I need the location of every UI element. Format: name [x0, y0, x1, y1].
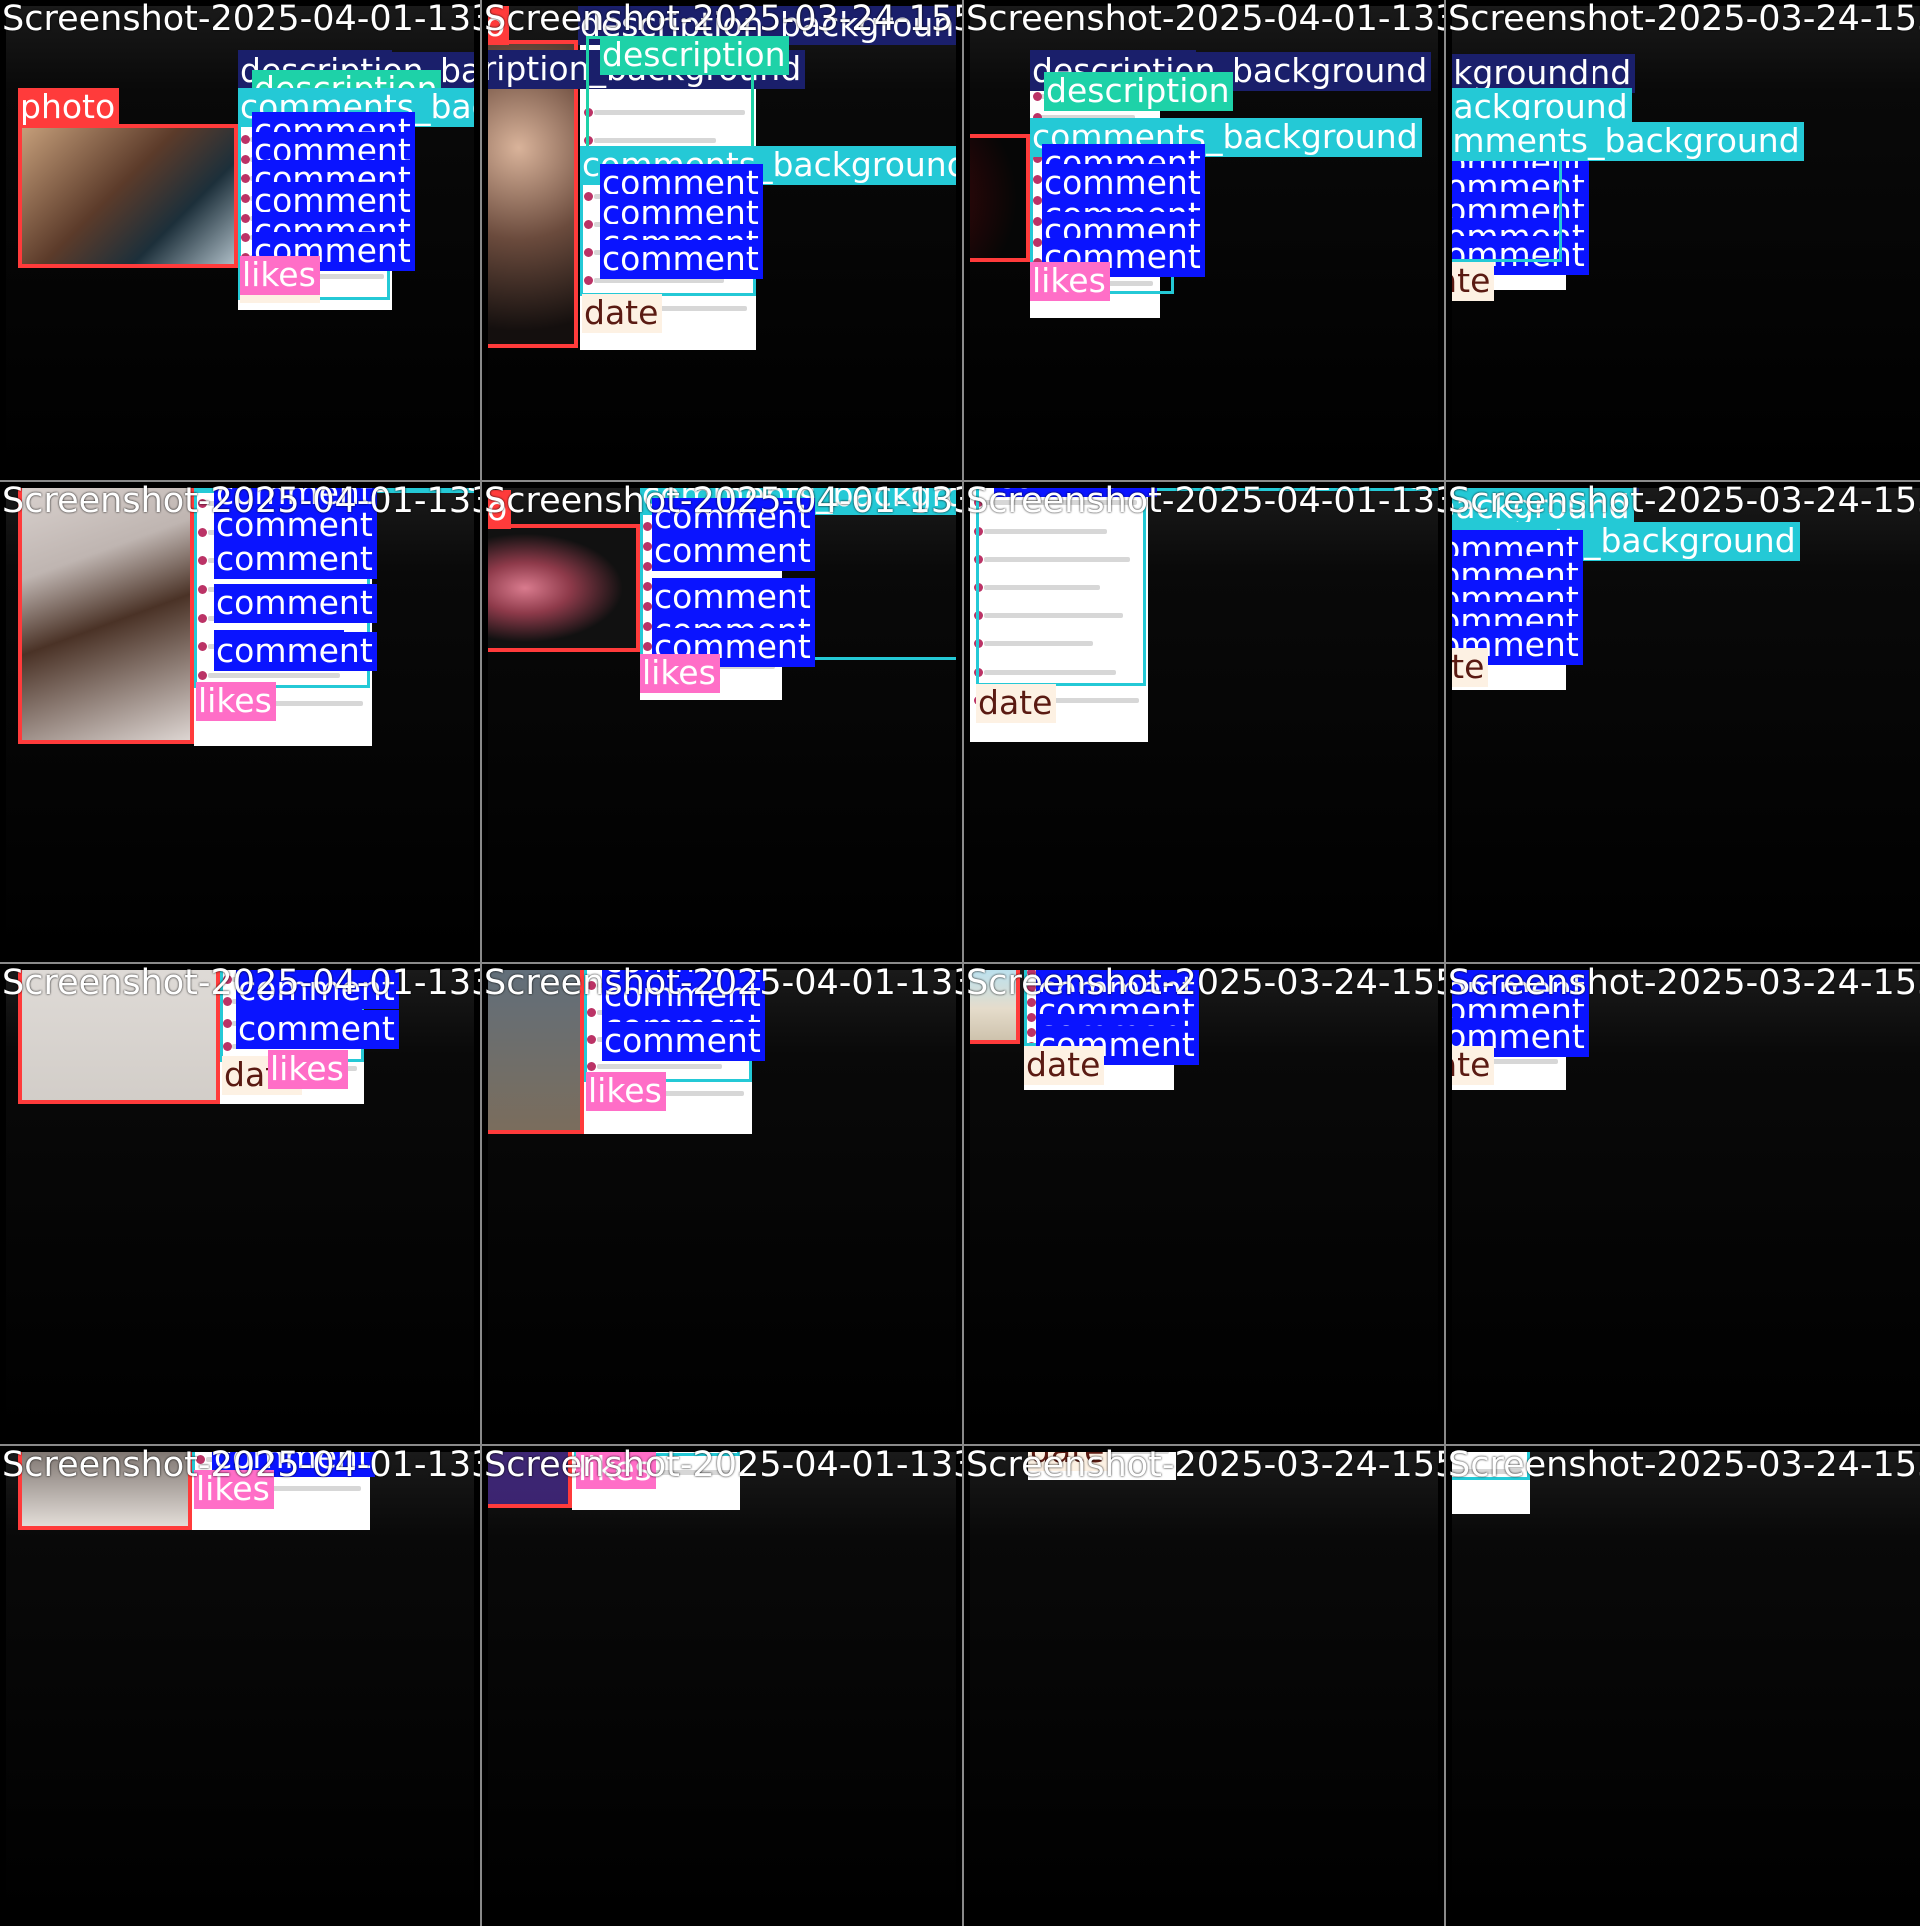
screenshot-tile: photodescription_backgrounddescriptionco…	[482, 482, 962, 962]
screenshot-filename: Screenshot-2025-04-01-1336	[2, 484, 480, 519]
screenshot-canvas: photodescription_backgroundcomments_back…	[970, 970, 1438, 1438]
bbox-photo	[18, 124, 238, 268]
bbox-label-description: description	[600, 36, 789, 75]
screenshot-canvas: photodescription_backgrounddescriptionco…	[488, 488, 956, 956]
bbox-label-likes: likes	[268, 1050, 348, 1089]
screenshot-tile: photodescription_backgrounddescriptionco…	[964, 0, 1444, 480]
screenshot-tile: photodescription_backgrounddescription_b…	[1446, 0, 1920, 480]
bbox-label-date: date	[1452, 648, 1488, 687]
screenshot-filename: Screenshot-2025-04-01-1336	[484, 1448, 962, 1483]
screenshot-canvas: photodescription_backgrounddescription_b…	[1452, 6, 1920, 474]
screenshot-tile: photodescription_backgrounddescription_b…	[482, 964, 962, 1444]
screenshot-canvas: photodescription_backgrounddescription_b…	[1452, 1452, 1920, 1920]
screenshot-filename: Screenshot-2025-04-01-1336	[2, 1448, 480, 1483]
bbox-label-comments-background: comments_background	[1452, 122, 1804, 161]
screenshot-canvas: photodescription_backgrounddescriptionco…	[488, 1452, 956, 1920]
screenshot-tile: photodescription_backgroundcomments_back…	[964, 964, 1444, 1444]
bbox-label-comment: comment	[214, 540, 377, 579]
screenshot-tile: photodescription_backgrounddescription_b…	[1446, 1446, 1920, 1926]
screenshot-tile: photodescription_backgrounddescriptionco…	[964, 1446, 1444, 1926]
bbox-label-comment: comment	[652, 532, 815, 571]
bbox-label-comment: comment	[600, 240, 763, 279]
screenshot-filename: Screenshot-2025-04-01-1336	[966, 484, 1444, 519]
bbox-photo	[18, 488, 194, 744]
screenshot-tile: photodescription_backgrounddescription_b…	[482, 0, 962, 480]
bbox-label-date: date	[1024, 1046, 1104, 1085]
screenshot-canvas: photodescription_backgrounddescription_b…	[488, 6, 956, 474]
screenshot-tile: photodescription_backgrounddescriptionco…	[0, 0, 480, 480]
bbox-label-likes: likes	[586, 1072, 666, 1111]
screenshot-tile: photodescription_backgroundcomments_back…	[1446, 482, 1920, 962]
bbox-photo	[488, 524, 640, 652]
screenshot-tile: photodescription_backgrounddescriptionco…	[0, 1446, 480, 1926]
bbox-label-likes: likes	[640, 654, 720, 693]
bbox-label-comment: comment	[214, 584, 377, 623]
screenshot-background	[970, 1452, 1438, 1920]
bbox-label-comment: comment	[236, 1010, 399, 1049]
screenshot-filename: Screenshot-2025-03-24-155	[966, 966, 1444, 1001]
screenshot-canvas: photodescription_backgrounddescriptionco…	[970, 1452, 1438, 1920]
screenshot-tile: photodescription_backgrounddescriptionco…	[0, 482, 480, 962]
screenshot-background	[488, 1452, 956, 1920]
bbox-label-description: description	[1044, 72, 1233, 111]
bbox-photo	[970, 134, 1030, 262]
bbox-label-photo: photo	[18, 88, 119, 127]
screenshot-canvas: photodescription_backgroundcomments_back…	[1452, 970, 1920, 1438]
screenshot-filename: Screenshot-2025-03-24-155	[1448, 966, 1920, 1001]
screenshot-filename: Screenshot-2025-03-24-155	[1448, 1448, 1920, 1483]
screenshot-canvas: photodescription_backgrounddescriptionco…	[6, 1452, 474, 1920]
bbox-label-likes: likes	[1030, 262, 1110, 301]
annotation-mosaic: photodescription_backgrounddescriptionco…	[0, 0, 1920, 1920]
screenshot-canvas: photodescription_backgrounddescriptionco…	[970, 488, 1438, 956]
screenshot-filename: Screenshot-2025-04-01-1334	[2, 966, 480, 1001]
bbox-label-likes: likes	[196, 682, 276, 721]
screenshot-tile: photodescription_backgrounddescriptionco…	[0, 964, 480, 1444]
bbox-label-comment: comment	[214, 632, 377, 671]
screenshot-tile: photodescription_backgrounddescriptionco…	[964, 482, 1444, 962]
screenshot-canvas: photodescription_backgrounddescriptionco…	[970, 6, 1438, 474]
screenshot-canvas: photodescription_backgrounddescription_b…	[488, 970, 956, 1438]
bbox-label-date: date	[1452, 262, 1494, 301]
screenshot-tile: photodescription_backgrounddescriptionco…	[482, 1446, 962, 1926]
screenshot-filename: Screenshot-2025-04-01-1336	[484, 484, 962, 519]
screenshot-filename: Screenshot-2025-04-01-1336	[484, 966, 962, 1001]
screenshot-canvas: photodescription_backgrounddescriptionco…	[6, 488, 474, 956]
screenshot-filename: Screenshot-2025-03-24-155	[966, 1448, 1444, 1483]
screenshot-canvas: photodescription_backgroundcomments_back…	[1452, 488, 1920, 956]
screenshot-canvas: photodescription_backgrounddescriptionco…	[6, 6, 474, 474]
commenter-avatar	[1033, 92, 1042, 101]
screenshot-background	[1452, 1452, 1920, 1920]
bbox-label-comment: comment	[602, 1022, 765, 1061]
bbox-label-date: date	[1452, 1046, 1494, 1085]
bbox-label-likes: likes	[240, 256, 320, 295]
screenshot-canvas: photodescription_backgrounddescriptionco…	[6, 970, 474, 1438]
bbox-label-date: date	[582, 294, 662, 333]
screenshot-filename: Screenshot-2025-04-01-1333	[2, 2, 480, 37]
bbox-label-date: date	[976, 684, 1056, 723]
screenshot-filename: Screenshot-2025-03-24-155	[1448, 2, 1920, 37]
screenshot-filename: Screenshot-2025-04-01-1336	[966, 2, 1444, 37]
screenshot-tile: photodescription_backgroundcomments_back…	[1446, 964, 1920, 1444]
screenshot-filename: Screenshot-2025-03-24-155	[1448, 484, 1920, 519]
screenshot-filename: Screenshot-2025-03-24-155	[484, 2, 962, 37]
